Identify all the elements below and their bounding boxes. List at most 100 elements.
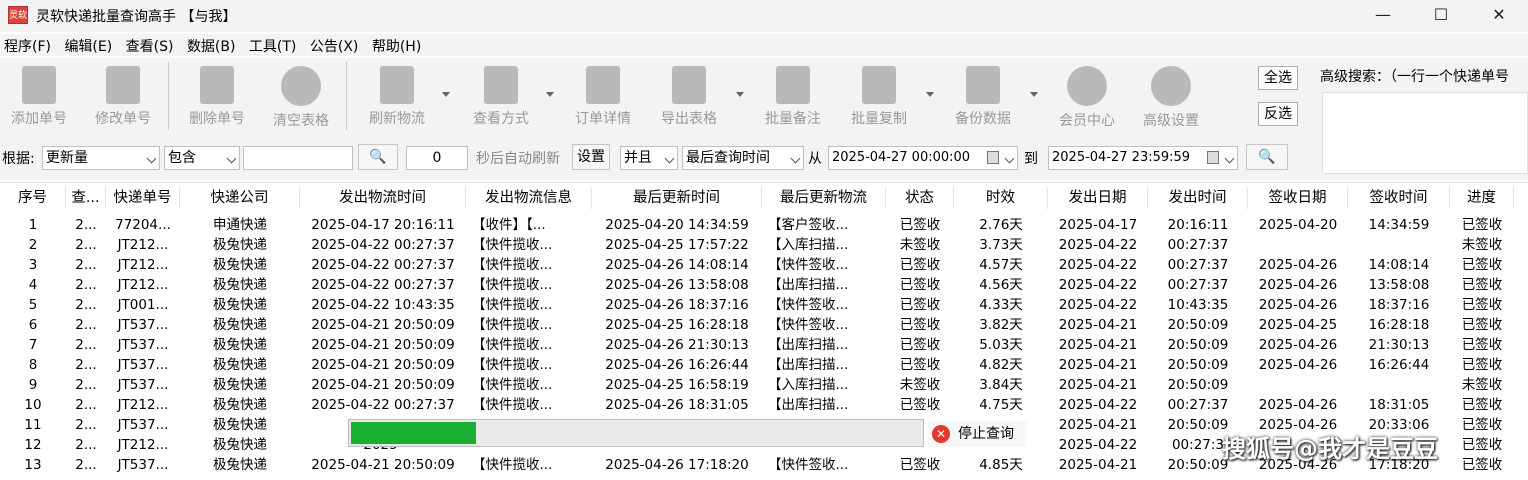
column-header[interactable]: 时效 — [954, 187, 1048, 209]
table-cell: 3.84天 — [979, 377, 1023, 393]
table-cell: 【快件揽收... — [472, 257, 553, 273]
table-cell: 2... — [75, 297, 97, 313]
column-header[interactable]: 发出时间 — [1148, 187, 1248, 209]
chevron-down-icon[interactable] — [926, 92, 934, 97]
advanced-search-input[interactable] — [1322, 92, 1528, 174]
keyword-input[interactable] — [243, 146, 353, 170]
auto-refresh-input[interactable]: 0 — [406, 146, 468, 170]
menu-notice[interactable]: 公告(X) — [306, 34, 364, 56]
table-cell: 12 — [24, 437, 42, 453]
table-cell: 已签收 — [899, 257, 941, 273]
table-cell: 2025-04-21 20:50:09 — [311, 457, 455, 473]
detail-icon — [586, 66, 620, 104]
edit-number-button[interactable]: 修改单号 — [86, 64, 160, 128]
table-cell: 14:34:59 — [1368, 217, 1430, 233]
stop-query-button[interactable]: ✕ 停止查询 — [928, 421, 1026, 447]
chevron-down-icon[interactable] — [1030, 92, 1038, 97]
table-cell: 2025-04-21 20:50:09 — [311, 377, 455, 393]
column-header[interactable]: 发出日期 — [1048, 187, 1148, 209]
stop-icon: ✕ — [932, 425, 950, 443]
settings-button[interactable]: 设置 — [572, 144, 610, 170]
table-cell: 10 — [24, 397, 42, 413]
member-center-button[interactable]: 会员中心 — [1050, 64, 1124, 129]
menu-view[interactable]: 查看(S) — [122, 34, 179, 56]
table-cell: 2 — [28, 237, 38, 253]
table-cell: 2... — [75, 397, 97, 413]
chevron-down-icon — [146, 153, 157, 164]
to-datetime-picker[interactable]: 2025-04-27 23:59:59 — [1048, 146, 1238, 170]
table-row[interactable]: 3 2... JT212... 极兔快递 2025-04-22 00:27:37 【快件揽… — [0, 255, 1528, 275]
minimize-button[interactable]: — — [1354, 0, 1412, 32]
match-select[interactable]: 包含 — [164, 146, 240, 170]
table-row[interactable]: 8 2... JT537... 极兔快递 2025-04-21 20:50:09 【快件揽… — [0, 355, 1528, 375]
column-header[interactable]: 状态 — [886, 187, 954, 209]
column-header[interactable]: 签收日期 — [1248, 187, 1348, 209]
view-mode-button[interactable]: 查看方式 — [464, 64, 538, 128]
menu-data[interactable]: 数据(B) — [183, 34, 241, 56]
table-cell: 20:50:09 — [1167, 357, 1229, 373]
table-row[interactable]: 2 2... JT212... 极兔快递 2025-04-22 00:27:37 【快件揽… — [0, 235, 1528, 255]
table-cell: 2... — [75, 237, 97, 253]
table-row[interactable]: 1 2... 77204... 申通快递 2025-04-17 20:16:11 【收件】… — [0, 215, 1528, 235]
logic-select[interactable]: 并且 — [620, 146, 678, 170]
table-row[interactable]: 4 2... JT212... 极兔快递 2025-04-22 00:27:37 【快件揽… — [0, 275, 1528, 295]
chevron-down-icon[interactable] — [736, 92, 744, 97]
table-cell: 2025-04-26 — [1258, 397, 1338, 413]
clear-table-button[interactable]: 清空表格 — [264, 64, 338, 129]
table-cell: JT537... — [117, 357, 169, 373]
add-number-button[interactable]: 添加单号 — [2, 64, 76, 128]
column-header[interactable]: 签收时间 — [1348, 187, 1450, 209]
select-all-button[interactable]: 全选 — [1258, 66, 1298, 90]
table-cell: 2025-04-22 — [1058, 437, 1138, 453]
column-header[interactable]: 进度 — [1450, 187, 1514, 209]
menu-edit[interactable]: 编辑(E) — [60, 34, 117, 56]
table-row[interactable]: 7 2... JT537... 极兔快递 2025-04-21 20:50:09 【快件揽… — [0, 335, 1528, 355]
batch-copy-button[interactable]: 批量复制 — [842, 64, 916, 128]
table-cell: 2025-04-22 00:27:37 — [311, 277, 455, 293]
table-row[interactable]: 5 2... JT001... 极兔快递 2025-04-22 10:43:35 【快件揽… — [0, 295, 1528, 315]
table-cell: 极兔快递 — [213, 277, 267, 293]
column-header[interactable]: 快递单号 — [106, 187, 180, 209]
delete-number-button[interactable]: 删除单号 — [180, 64, 254, 128]
order-detail-button[interactable]: 订单详情 — [566, 64, 640, 128]
batch-note-button[interactable]: 批量备注 — [756, 64, 830, 128]
close-button[interactable]: ✕ — [1470, 0, 1528, 32]
column-header[interactable]: 最后更新时间 — [592, 187, 762, 209]
refresh-logistics-button[interactable]: 刷新物流 — [360, 64, 434, 128]
date-search-button[interactable]: 🔍 — [1246, 144, 1288, 170]
basis-select[interactable]: 更新量 — [42, 146, 160, 170]
search-button[interactable]: 🔍 — [358, 144, 398, 170]
maximize-button[interactable]: ☐ — [1412, 0, 1470, 32]
table-cell: 2025-04-22 — [1058, 397, 1138, 413]
from-datetime-picker[interactable]: 2025-04-27 00:00:00 — [828, 146, 1018, 170]
invert-select-button[interactable]: 反选 — [1258, 102, 1298, 126]
column-header[interactable]: 查... — [66, 187, 106, 209]
table-cell: 20:50:09 — [1167, 337, 1229, 353]
table-row[interactable]: 9 2... JT537... 极兔快递 2025-04-21 20:50:09 【快件揽… — [0, 375, 1528, 395]
advanced-settings-button[interactable]: 高级设置 — [1134, 64, 1208, 129]
column-header[interactable]: 序号 — [0, 187, 66, 209]
table-row[interactable]: 10 2... JT212... 极兔快递 2025-04-22 00:27:37 【快件… — [0, 395, 1528, 415]
chevron-down-icon[interactable] — [442, 92, 450, 97]
delete-icon — [200, 66, 234, 104]
table-cell: 已签收 — [1461, 437, 1503, 453]
table-cell: 00:27:37 — [1167, 257, 1229, 273]
menu-tools[interactable]: 工具(T) — [245, 34, 301, 56]
table-row[interactable]: 6 2... JT537... 极兔快递 2025-04-21 20:50:09 【快件揽… — [0, 315, 1528, 335]
column-header[interactable]: 快递公司 — [180, 187, 300, 209]
menu-help[interactable]: 帮助(H) — [368, 34, 426, 56]
table-cell: 2025-04-21 — [1058, 417, 1138, 433]
time-field-select[interactable]: 最后查询时间 — [682, 146, 804, 170]
column-header[interactable]: 发出物流时间 — [300, 187, 466, 209]
column-header[interactable]: 发出物流信息 — [466, 187, 592, 209]
menu-program[interactable]: 程序(F) — [0, 34, 56, 56]
chevron-down-icon[interactable] — [546, 92, 554, 97]
table-cell: 2025-04-25 17:57:22 — [605, 237, 749, 253]
to-label: 到 — [1024, 151, 1038, 167]
backup-data-button[interactable]: 备份数据 — [946, 64, 1020, 128]
table-cell: 极兔快递 — [213, 397, 267, 413]
column-header[interactable]: 最后更新物流 — [762, 187, 886, 209]
table-cell: 3.73天 — [979, 237, 1023, 253]
table-cell: 极兔快递 — [213, 337, 267, 353]
export-table-button[interactable]: 导出表格 — [652, 64, 726, 128]
